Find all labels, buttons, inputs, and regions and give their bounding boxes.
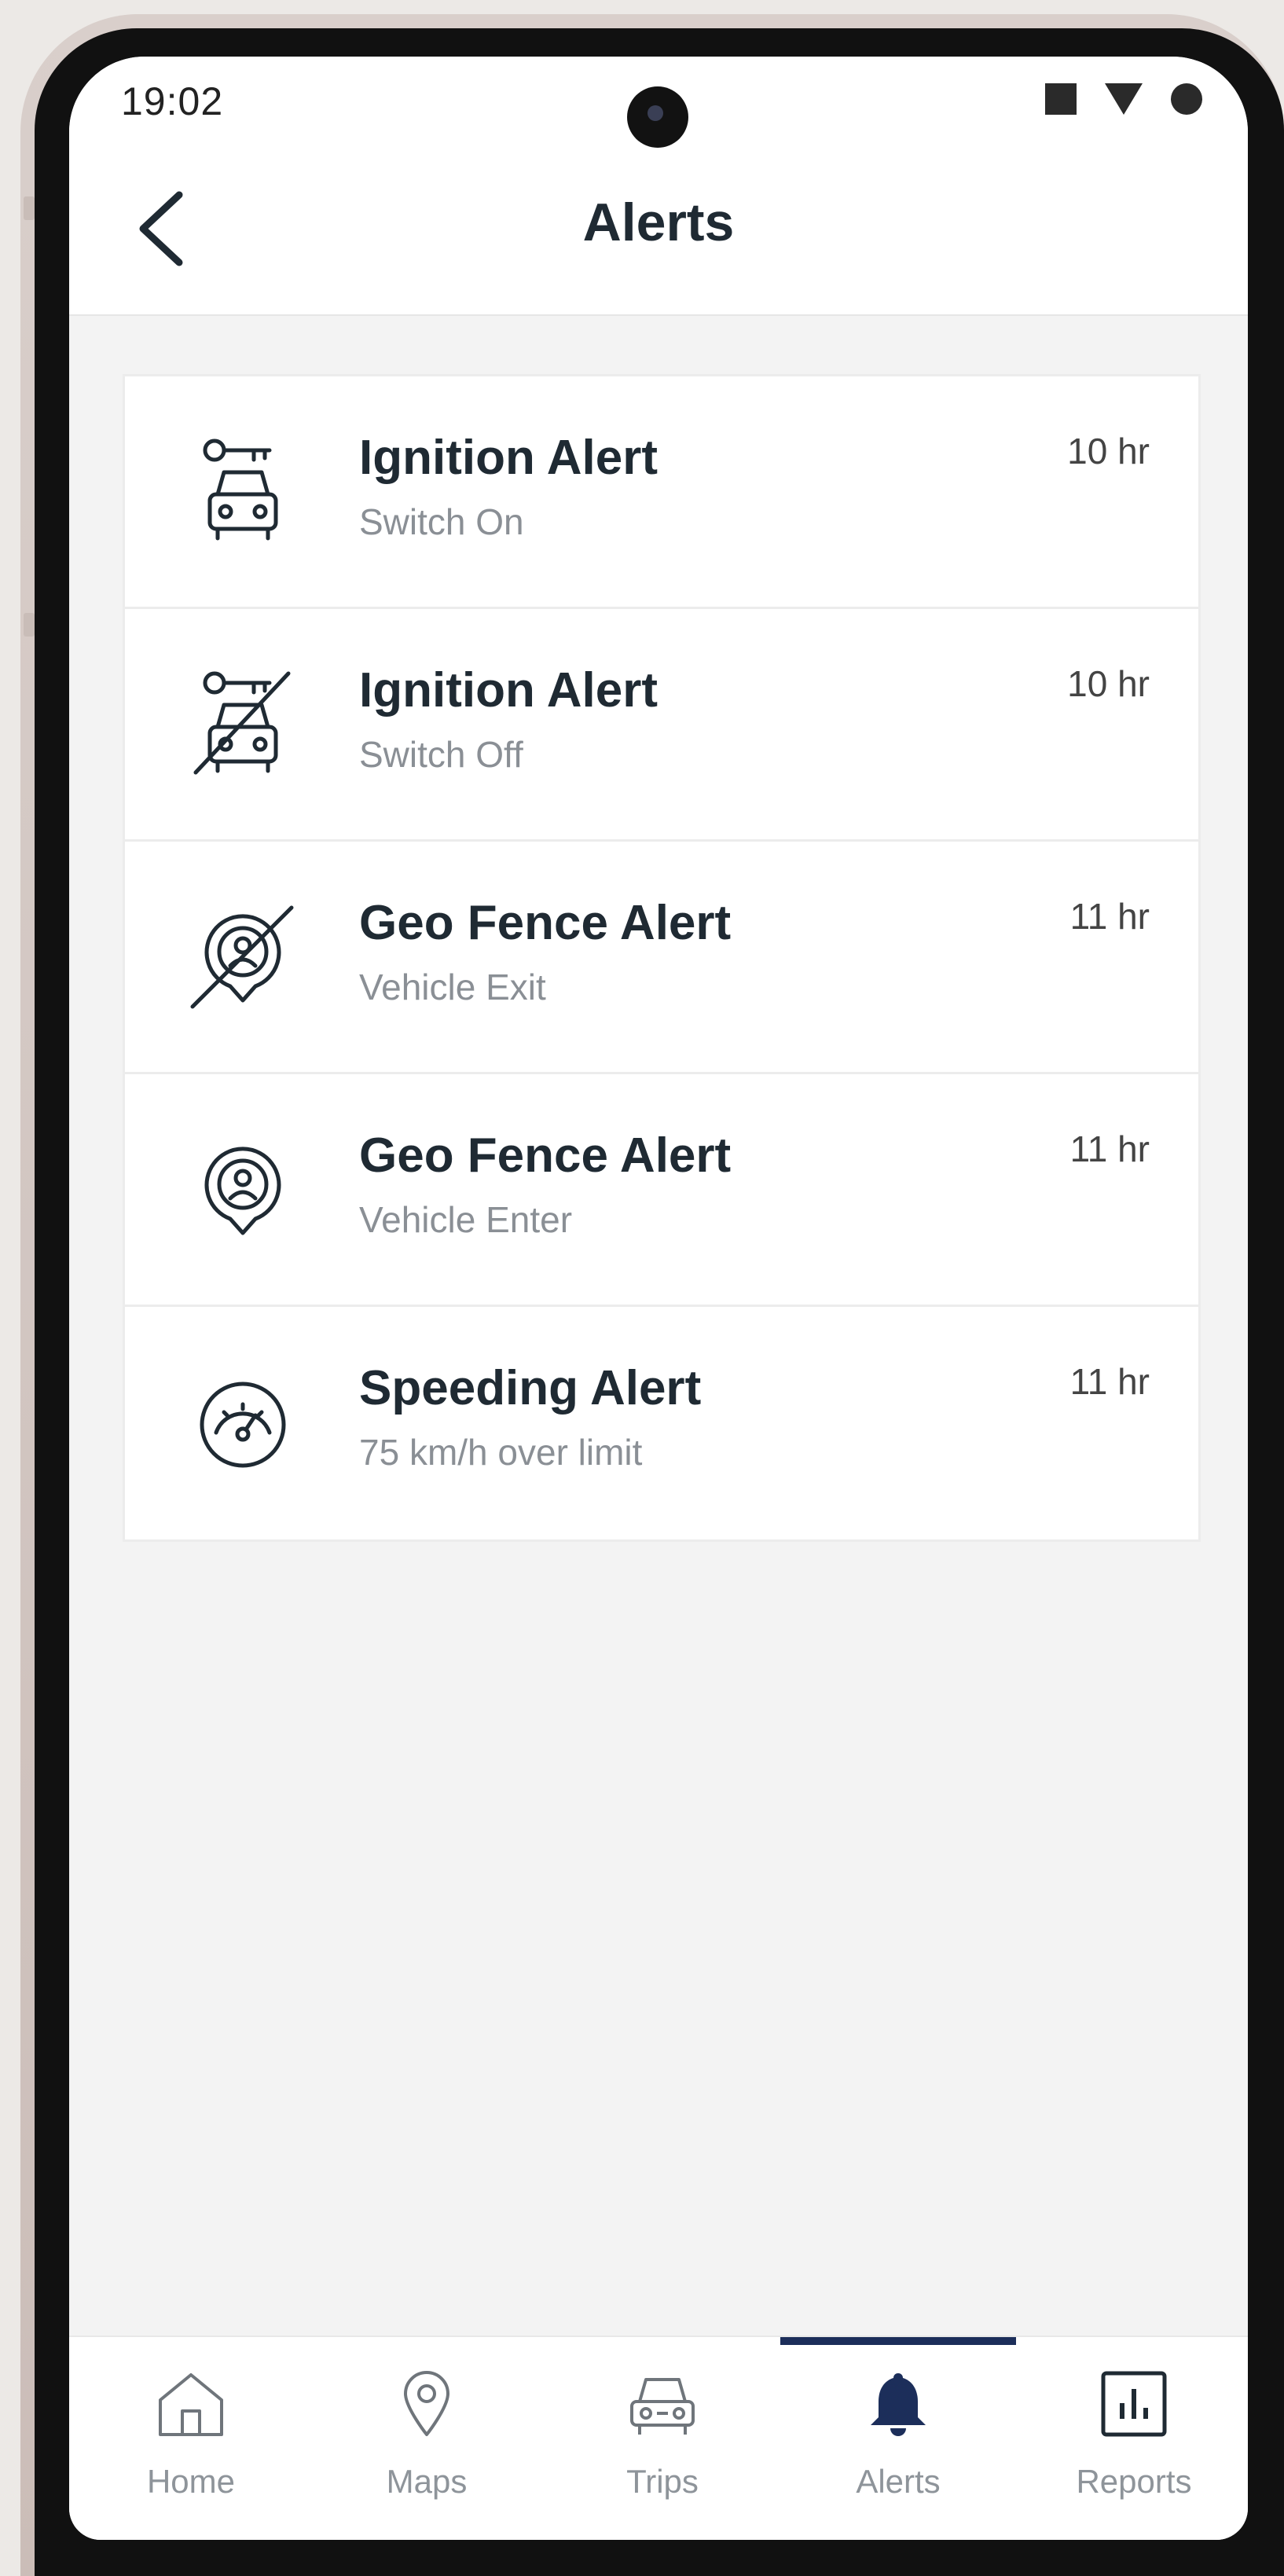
speedometer-icon — [200, 1382, 286, 1468]
nav-label: Reports — [1076, 2463, 1192, 2500]
alert-time: 11 hr — [1069, 896, 1150, 937]
nav-item-home[interactable]: Home — [73, 2337, 309, 2518]
nav-item-trips[interactable]: Trips — [545, 2337, 780, 2518]
nav-item-maps[interactable]: Maps — [309, 2337, 545, 2518]
alert-item-ignition-off[interactable]: Ignition Alert Switch Off 10 hr — [125, 609, 1198, 842]
nav-label: Maps — [386, 2463, 468, 2500]
car-icon — [630, 2378, 695, 2435]
home-icon — [159, 2373, 223, 2436]
map-pin-icon — [404, 2371, 449, 2436]
side-button — [24, 613, 35, 637]
wifi-icon — [1105, 83, 1143, 115]
alert-time: 11 hr — [1069, 1128, 1150, 1169]
alert-subtitle: 75 km/h over limit — [359, 1432, 643, 1473]
status-time: 19:02 — [121, 79, 224, 123]
geofence-exit-icon — [190, 905, 294, 1009]
nav-label: Trips — [626, 2463, 699, 2500]
front-camera — [627, 86, 688, 148]
car-key-off-icon — [193, 671, 291, 775]
bottom-nav: Home Maps Trips Alerts Reports — [69, 2336, 1248, 2540]
notification-square-icon — [1045, 83, 1077, 115]
alert-subtitle: Vehicle Enter — [359, 1199, 573, 1240]
app-header: Alerts — [69, 151, 1248, 316]
alert-title: Speeding Alert — [359, 1361, 702, 1415]
alert-title: Geo Fence Alert — [359, 1128, 732, 1183]
alert-time: 10 hr — [1067, 431, 1150, 472]
geofence-enter-icon — [204, 1147, 281, 1235]
chart-icon — [1101, 2371, 1167, 2437]
nav-item-alerts[interactable]: Alerts — [780, 2337, 1016, 2518]
alert-subtitle: Switch Off — [359, 734, 523, 775]
alert-subtitle: Switch On — [359, 501, 524, 542]
battery-icon — [1171, 83, 1202, 115]
nav-item-reports[interactable]: Reports — [1016, 2337, 1248, 2518]
car-key-icon — [203, 439, 278, 541]
alert-item-speeding[interactable]: Speeding Alert 75 km/h over limit 11 hr — [125, 1307, 1198, 1539]
alert-title: Ignition Alert — [359, 663, 658, 717]
phone-screen: 19:02 Alerts Ignition Alert Switch On 10… — [69, 57, 1248, 2540]
alert-time: 10 hr — [1067, 663, 1150, 704]
nav-label: Alerts — [856, 2463, 941, 2500]
alert-time: 11 hr — [1069, 1361, 1150, 1402]
alert-list: Ignition Alert Switch On 10 hr Ignition … — [123, 374, 1201, 1542]
bell-icon — [871, 2373, 926, 2436]
side-button — [24, 196, 35, 220]
status-bar: 19:02 — [69, 57, 1248, 151]
alert-item-geofence-exit[interactable]: Geo Fence Alert Vehicle Exit 11 hr — [125, 842, 1198, 1074]
alert-subtitle: Vehicle Exit — [359, 967, 546, 1007]
nav-label: Home — [146, 2463, 236, 2500]
status-icons — [1045, 83, 1202, 115]
alert-item-ignition-on[interactable]: Ignition Alert Switch On 10 hr — [125, 376, 1198, 609]
alert-title: Geo Fence Alert — [359, 896, 732, 950]
alert-title: Ignition Alert — [359, 431, 658, 485]
alert-item-geofence-enter[interactable]: Geo Fence Alert Vehicle Enter 11 hr — [125, 1074, 1198, 1307]
page-title: Alerts — [582, 193, 735, 252]
